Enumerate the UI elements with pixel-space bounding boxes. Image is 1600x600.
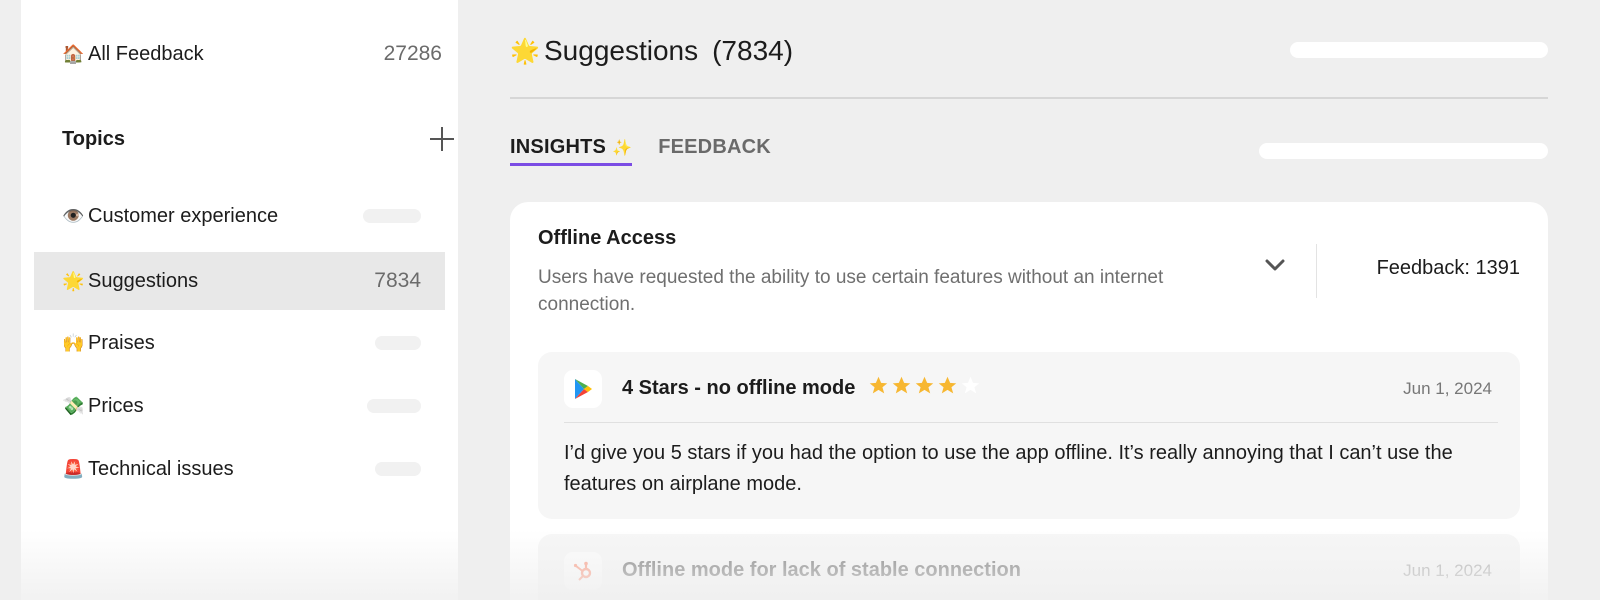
topic-label: Praises — [88, 331, 155, 354]
main-panel: 🌟 Suggestions (7834) INSIGHTS ✨ FEEDBACK … — [458, 0, 1600, 600]
raising-hands-icon: 🙌 — [62, 332, 85, 353]
review-body: I’d give you 5 stars if you had the opti… — [564, 442, 1453, 495]
tab-feedback[interactable]: FEEDBACK — [658, 136, 771, 163]
siren-icon: 🚨 — [62, 458, 85, 479]
insight-card: Offline Access Users have requested the … — [510, 202, 1548, 600]
chevron-down-icon[interactable] — [1264, 254, 1286, 276]
glowing-star-icon: 🌟 — [62, 270, 85, 291]
tab-insights[interactable]: INSIGHTS ✨ — [510, 136, 633, 166]
sidebar-item-customer-experience[interactable]: 👁️ Customer experience — [34, 187, 445, 245]
count-placeholder — [375, 336, 421, 350]
sidebar-item-prices[interactable]: 💸 Prices — [34, 377, 445, 435]
page-title-count: (7834) — [712, 35, 794, 66]
topic-label: Prices — [88, 394, 144, 417]
page-title-text: Suggestions — [544, 35, 699, 66]
star-empty-icon — [961, 376, 980, 394]
count-placeholder — [367, 399, 421, 413]
feedback-count: Feedback: 1391 — [1376, 257, 1520, 279]
insight-title: Offline Access — [538, 227, 677, 249]
glowing-star-icon: 🌟 — [510, 37, 540, 65]
star-filled-icon — [892, 376, 911, 394]
review-title: 4 Stars - no offline mode — [622, 377, 856, 399]
insight-description: Users have requested the ability to use … — [538, 267, 1164, 315]
plus-icon[interactable] — [430, 127, 454, 151]
count-placeholder — [363, 209, 421, 223]
tab-label: INSIGHTS — [510, 136, 607, 158]
sidebar-item-praises[interactable]: 🙌 Praises — [34, 314, 445, 372]
header-divider — [510, 97, 1548, 99]
topic-count: 7834 — [374, 269, 421, 292]
count-placeholder — [375, 462, 421, 476]
topics-header: Topics — [62, 124, 454, 154]
review-date: Jun 1, 2024 — [1403, 379, 1492, 398]
topic-label: Suggestions — [88, 269, 199, 292]
insight-divider — [1316, 244, 1317, 298]
sparkle-icon: ✨ — [612, 140, 633, 157]
sidebar-item-technical-issues[interactable]: 🚨 Technical issues — [34, 440, 445, 498]
money-wings-icon: 💸 — [62, 395, 85, 416]
star-filled-icon — [915, 376, 934, 394]
sidebar-item-suggestions[interactable]: 🌟 Suggestions 7834 — [34, 252, 445, 310]
review-date: Jun 1, 2024 — [1403, 561, 1492, 580]
sidebar: 🏠 All Feedback 27286 Topics 👁️ Customer ex… — [21, 0, 458, 600]
star-filled-icon — [869, 376, 888, 394]
star-filled-icon — [938, 376, 957, 394]
all-feedback-label: All Feedback — [88, 42, 204, 65]
all-feedback-count: 27286 — [383, 42, 442, 65]
topic-label: Customer experience — [88, 204, 279, 227]
tab-bar: INSIGHTS ✨ FEEDBACK — [510, 136, 771, 166]
review-divider — [564, 422, 1498, 423]
house-icon: 🏠 — [62, 43, 85, 64]
page-title: 🌟 Suggestions (7834) — [510, 32, 793, 70]
eye-icon: 👁️ — [62, 205, 85, 226]
sidebar-item-all-feedback[interactable]: 🏠 All Feedback 27286 — [62, 40, 442, 68]
topic-label: Technical issues — [88, 457, 234, 480]
google-play-icon — [564, 370, 602, 408]
star-rating — [868, 375, 981, 396]
header-placeholder — [1290, 42, 1548, 58]
review-card[interactable]: Offline mode for lack of stable connecti… — [538, 534, 1520, 600]
topics-title: Topics — [62, 127, 125, 150]
tabs-placeholder — [1259, 143, 1548, 159]
review-card[interactable]: 4 Stars - no offline mode Jun 1, 2024 I’… — [538, 352, 1520, 519]
review-title: Offline mode for lack of stable connecti… — [622, 559, 1021, 581]
hubspot-icon — [564, 552, 602, 590]
tab-label: FEEDBACK — [658, 136, 771, 158]
